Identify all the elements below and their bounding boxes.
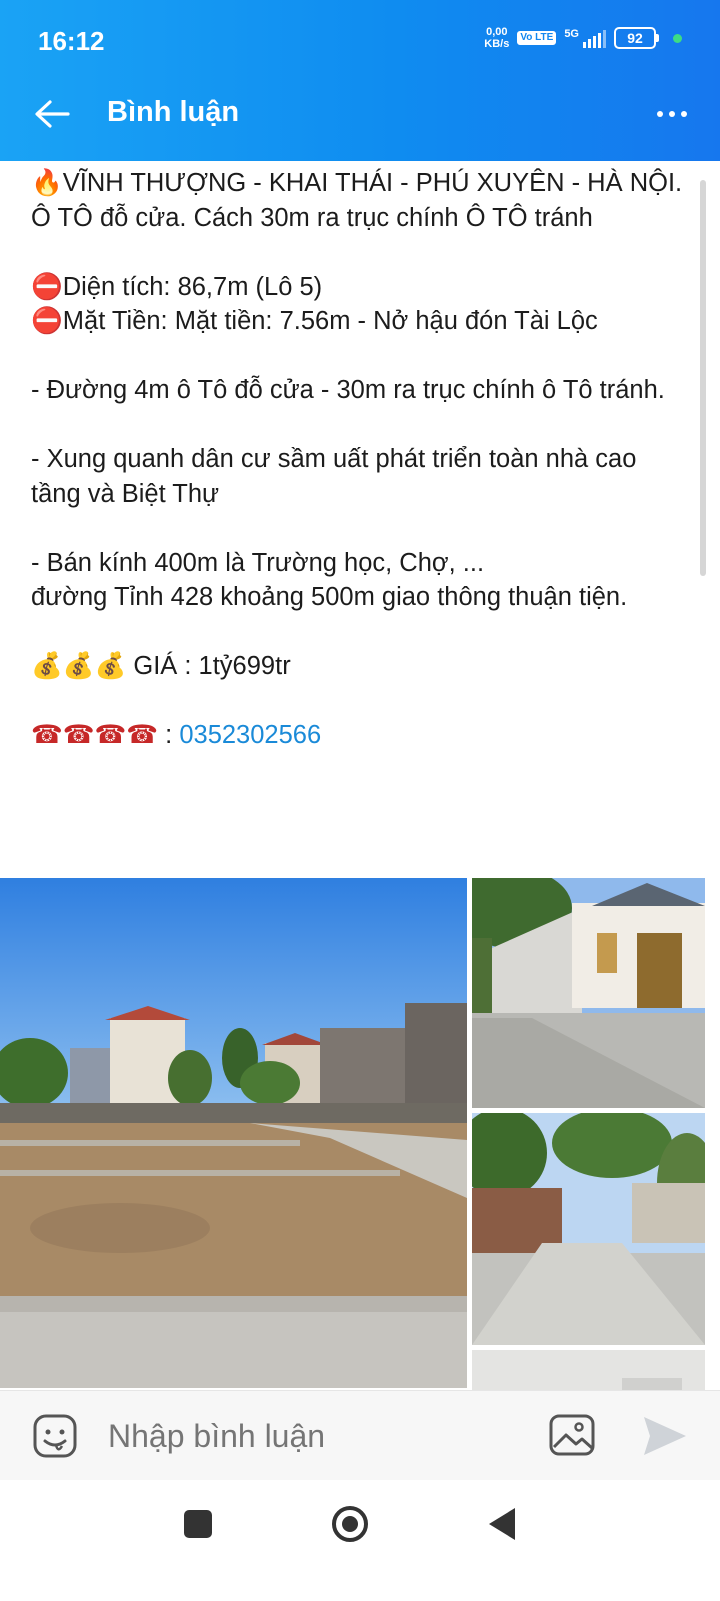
comment-bar xyxy=(0,1390,720,1480)
post-photo-main[interactable] xyxy=(0,878,467,1388)
home-icon[interactable] xyxy=(332,1506,368,1542)
post-area: ⛔Diện tích: 86,7m (Lô 5) xyxy=(31,271,323,302)
post-frontage: ⛔Mặt Tiền: Mặt tiền: 7.56m - Nở hậu đón … xyxy=(31,306,598,336)
recent-apps-icon[interactable] xyxy=(184,1510,212,1538)
money-bag-icon: 💰💰💰 xyxy=(31,651,127,681)
comment-input[interactable] xyxy=(108,1413,508,1459)
post-road: - Đường 4m ô Tô đỗ cửa - 30m ra trục chí… xyxy=(31,376,665,404)
sticker-smile-icon xyxy=(33,1414,77,1458)
send-arrow-icon xyxy=(644,1417,686,1455)
back-button[interactable] xyxy=(30,92,74,136)
status-time: 16:12 xyxy=(38,26,105,56)
post-surroundings: - Xung quanh dân cư sầm uất phát triển t… xyxy=(31,445,637,508)
post-photo-4[interactable] xyxy=(472,1350,705,1390)
post-province-road: đường Tỉnh 428 khoảng 500m giao thông th… xyxy=(31,583,628,611)
phone-link[interactable]: 0352302566 xyxy=(179,721,321,749)
battery-level: 92 xyxy=(614,27,656,49)
no-entry-icon: ⛔ xyxy=(31,271,63,302)
post-photo-2[interactable] xyxy=(472,878,705,1108)
scrollbar[interactable] xyxy=(700,180,706,576)
fire-icon: 🔥 xyxy=(31,168,63,198)
app-header: 16:12 0,00 KB/s Vo LTE 5G 92 Bình luận xyxy=(0,0,720,161)
telephone-icon: ☎☎☎☎ xyxy=(31,720,159,750)
volte-icon: Vo LTE xyxy=(517,31,557,45)
attach-image-button[interactable] xyxy=(548,1413,596,1457)
post-photo-3[interactable] xyxy=(472,1113,705,1345)
network-speed: 0,00 KB/s xyxy=(484,26,509,50)
arrow-left-icon xyxy=(35,100,70,128)
network-speed-unit: KB/s xyxy=(484,38,510,50)
send-button[interactable] xyxy=(640,1413,688,1459)
sticker-button[interactable] xyxy=(32,1413,78,1459)
status-icons: 0,00 KB/s Vo LTE 5G 92 xyxy=(484,26,682,50)
network-type: 5G xyxy=(564,28,579,40)
battery-icon: 92 xyxy=(614,27,659,49)
signal-icon: 5G xyxy=(564,28,606,48)
no-entry-icon: ⛔ xyxy=(31,306,63,336)
back-triangle-icon[interactable] xyxy=(489,1508,515,1540)
image-gallery-icon xyxy=(549,1414,595,1456)
post-phone: ☎☎☎☎ : 0352302566 xyxy=(31,720,322,750)
system-navigation-bar xyxy=(0,1480,720,1601)
post-price: 💰💰💰 GIÁ : 1tỷ699tr xyxy=(31,651,291,681)
more-dots-icon xyxy=(657,111,663,117)
more-options-button[interactable] xyxy=(650,96,694,132)
post-headline: 🔥VĨNH THƯỢNG - KHAI THÁI - PHÚ XUYÊN - H… xyxy=(31,168,683,232)
page-title: Bình luận xyxy=(107,96,240,128)
network-speed-value: 0,00 xyxy=(486,26,508,38)
post-content: 🔥VĨNH THƯỢNG - KHAI THÁI - PHÚ XUYÊN - H… xyxy=(31,166,691,753)
post-radius: - Bán kính 400m là Trường học, Chợ, ... xyxy=(31,548,485,577)
privacy-indicator-dot xyxy=(673,33,682,43)
